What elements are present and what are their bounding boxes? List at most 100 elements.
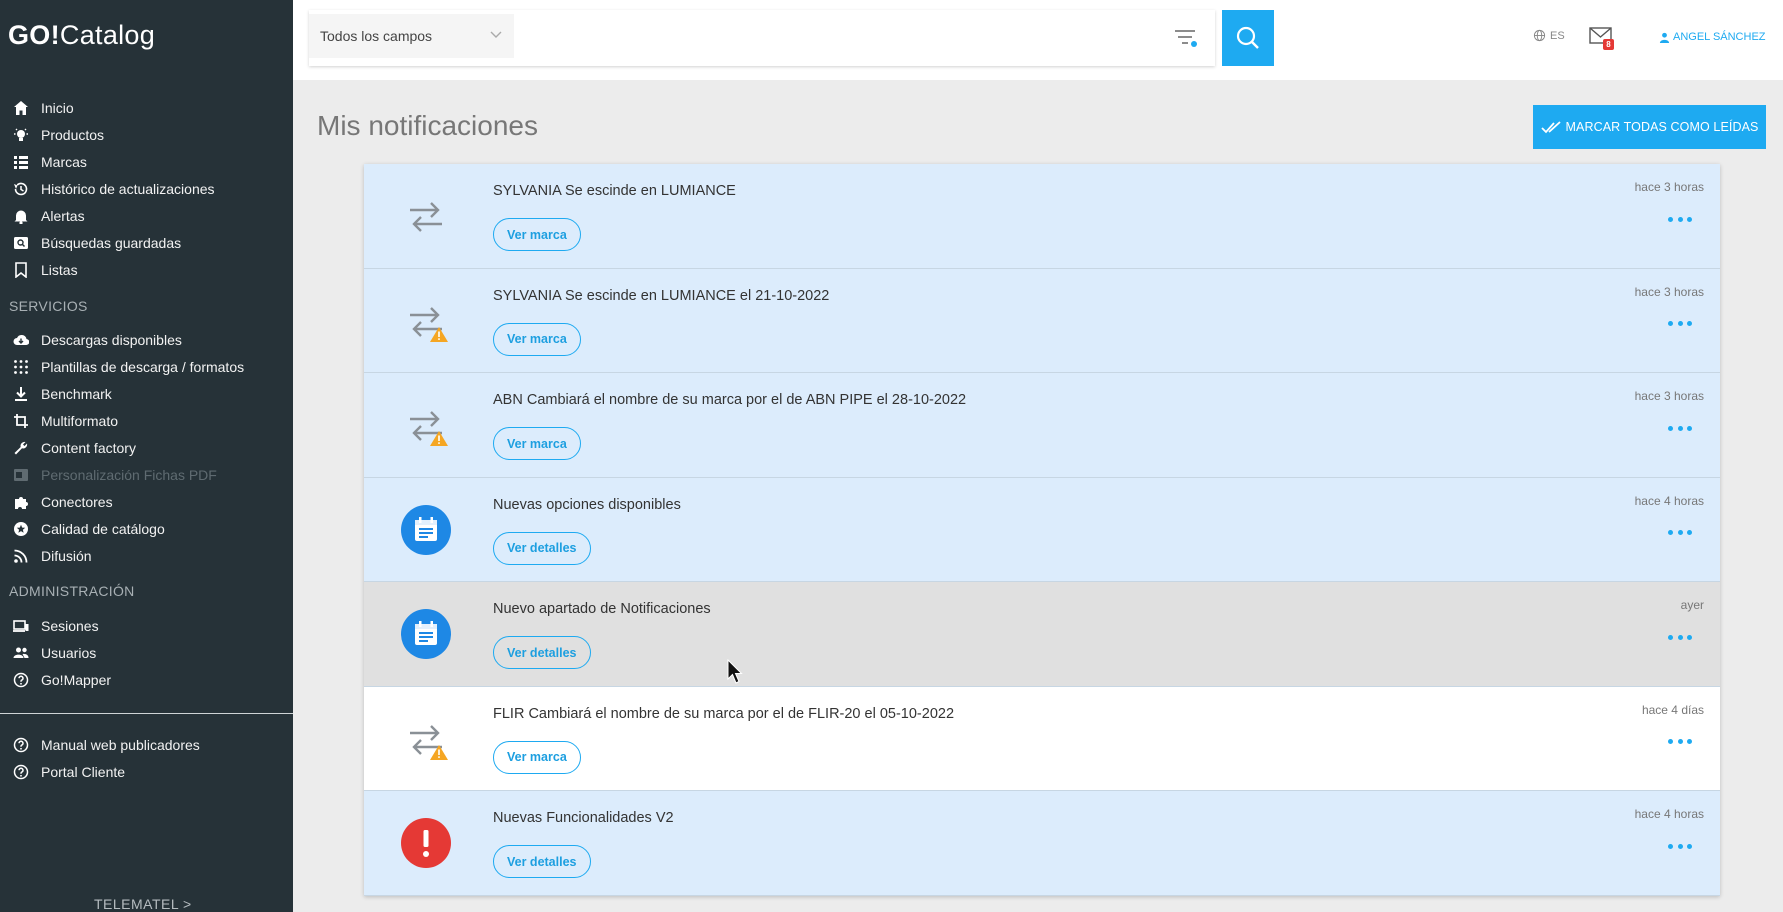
- sidebar-item-label: Difusión: [41, 548, 92, 564]
- notification-message: ABN Cambiará el nombre de su marca por e…: [493, 392, 967, 408]
- notification-time: hace 3 horas: [1634, 284, 1704, 299]
- view-brand-button[interactable]: Ver marca: [493, 218, 581, 251]
- user-menu[interactable]: ANGEL SÁNCHEZ: [1659, 31, 1766, 43]
- sidebar-item-label: Histórico de actualizaciones: [41, 181, 215, 197]
- more-options-icon[interactable]: [1668, 423, 1692, 433]
- crop-icon: [10, 412, 32, 430]
- more-options-icon[interactable]: [1668, 841, 1692, 851]
- mail-badge: 8: [1603, 39, 1614, 50]
- bell-icon: [10, 207, 32, 225]
- help-circle-icon: [10, 736, 32, 754]
- swap-warning-icon: [398, 397, 454, 453]
- sidebar: GO!Catalog Inicio Productos Marcas Históric…: [0, 0, 293, 912]
- view-brand-button[interactable]: Ver marca: [493, 322, 581, 356]
- more-options-icon[interactable]: [1668, 214, 1692, 224]
- sidebar-item-label: Calidad de catálogo: [41, 521, 165, 537]
- topbar: Todos los campos ES 8 ANGEL SÁNCHEZ: [293, 0, 1783, 80]
- calendar-note-icon: [398, 502, 454, 558]
- sidebar-item-manual-web-publicadores[interactable]: Manual web publicadores: [10, 733, 200, 757]
- sidebar-item-label: Portal Cliente: [41, 764, 126, 780]
- sidebar-item-inicio[interactable]: Inicio: [10, 96, 74, 120]
- sidebar-item-productos[interactable]: Productos: [10, 123, 104, 147]
- swap-warning-icon: [398, 293, 454, 349]
- sidebar-item-historico-de-actualizaciones[interactable]: Histórico de actualizaciones: [10, 177, 215, 201]
- sidebar-item-alertas[interactable]: Alertas: [10, 204, 85, 228]
- notification-message: SYLVANIA Se escinde en LUMIANCE: [493, 183, 736, 199]
- sidebar-divider: [0, 713, 293, 714]
- star-circle-icon: [10, 520, 32, 538]
- sidebar-item-calidad-de-catalogo[interactable]: Calidad de catálogo: [10, 517, 165, 541]
- telematel-link[interactable]: TELEMATEL >: [94, 896, 192, 912]
- notification-item[interactable]: SYLVANIA Se escinde en LUMIANCE Ver marca…: [364, 164, 1720, 269]
- notification-time: hace 4 días: [1641, 702, 1704, 717]
- language-label: ES: [1550, 29, 1565, 42]
- sidebar-item-conectores[interactable]: Conectores: [10, 490, 113, 514]
- sidebar-item-busquedas-guardadas[interactable]: Búsquedas guardadas: [10, 231, 181, 255]
- notification-item[interactable]: ABN Cambiará el nombre de su marca por e…: [364, 373, 1720, 478]
- chevron-down-icon: [490, 31, 502, 38]
- saved-search-icon: [10, 234, 32, 252]
- mark-all-read-button[interactable]: MARCAR TODAS COMO LEÍDAS: [1533, 105, 1766, 149]
- sidebar-item-label: Usuarios: [41, 645, 97, 661]
- view-brand-button[interactable]: Ver marca: [493, 427, 581, 460]
- sidebar-item-go-mapper[interactable]: Go!Mapper: [10, 668, 111, 692]
- view-details-button[interactable]: Ver detalles: [493, 531, 591, 565]
- double-check-icon: [1540, 121, 1561, 134]
- sidebar-item-personalizacion-fichas-pdf: Personalización Fichas PDF: [10, 463, 217, 487]
- sidebar-item-label: Alertas: [41, 208, 85, 224]
- sidebar-item-label: Benchmark: [41, 386, 112, 402]
- section-title-admin: ADMINISTRACIÓN: [9, 583, 135, 599]
- sidebar-item-portal-cliente[interactable]: Portal Cliente: [10, 760, 125, 784]
- sidebar-item-usuarios[interactable]: Usuarios: [10, 641, 96, 665]
- sidebar-item-content-factory[interactable]: Content factory: [10, 436, 136, 460]
- sidebar-item-label: Productos: [41, 127, 105, 143]
- sidebar-item-label: Multiformato: [41, 413, 119, 429]
- sidebar-item-benchmark[interactable]: Benchmark: [10, 382, 112, 406]
- sidebar-item-plantillas-de-descarga-formatos[interactable]: Plantillas de descarga / formatos: [10, 355, 244, 379]
- search-field-select[interactable]: Todos los campos: [309, 14, 514, 58]
- more-options-icon[interactable]: [1668, 632, 1692, 642]
- view-details-button[interactable]: Ver detalles: [493, 636, 591, 669]
- sidebar-item-listas[interactable]: Listas: [10, 258, 78, 282]
- notification-item[interactable]: Nuevo apartado de Notificaciones Ver deta…: [364, 582, 1720, 687]
- view-brand-button[interactable]: Ver marca: [493, 740, 581, 774]
- dots-grid-icon: [10, 358, 32, 376]
- sidebar-item-difusion[interactable]: Difusión: [10, 544, 92, 568]
- sidebar-item-marcas[interactable]: Marcas: [10, 150, 87, 174]
- help-circle-icon: [10, 671, 32, 689]
- bulb-icon: [10, 126, 32, 144]
- help-circle-icon: [10, 763, 32, 781]
- more-options-icon[interactable]: [1668, 319, 1692, 329]
- notification-item[interactable]: SYLVANIA Se escinde en LUMIANCE el 21-10…: [364, 268, 1720, 373]
- view-details-button[interactable]: Ver detalles: [493, 845, 591, 878]
- notification-item[interactable]: Nuevas Funcionalidades V2 Ver detalles hac…: [364, 791, 1720, 896]
- notification-time: hace 3 horas: [1634, 180, 1704, 194]
- history-icon: [10, 180, 32, 198]
- notification-item[interactable]: Nuevas opciones disponibles Ver detalles h…: [364, 477, 1720, 582]
- users-icon: [10, 644, 32, 662]
- sidebar-item-label: Descargas disponibles: [41, 332, 182, 348]
- more-options-icon[interactable]: [1668, 528, 1692, 538]
- sidebar-item-label: Sesiones: [41, 618, 99, 634]
- messages-button[interactable]: 8: [1589, 26, 1617, 52]
- bookmark-icon: [10, 261, 32, 279]
- app-logo[interactable]: GO!Catalog: [8, 20, 155, 51]
- sidebar-item-sesiones[interactable]: Sesiones: [10, 614, 99, 638]
- alert-circle-icon: [398, 815, 454, 871]
- more-options-icon[interactable]: [1668, 737, 1692, 747]
- page-title: Mis notificaciones: [317, 110, 538, 141]
- notification-message: FLIR Cambiará el nombre de su marca por …: [493, 705, 955, 722]
- sidebar-item-label: Go!Mapper: [41, 672, 112, 688]
- notification-message: Nuevas Funcionalidades V2: [493, 810, 674, 826]
- sidebar-item-multiformato[interactable]: Multiformato: [10, 409, 118, 433]
- user-name: ANGEL SÁNCHEZ: [1673, 31, 1766, 43]
- search-button[interactable]: [1222, 10, 1274, 66]
- notification-time: hace 4 horas: [1634, 807, 1704, 821]
- sidebar-item-label: Conectores: [41, 494, 113, 510]
- sidebar-item-descargas-disponibles[interactable]: Descargas disponibles: [10, 328, 182, 352]
- notification-item[interactable]: FLIR Cambiará el nombre de su marca por …: [364, 686, 1720, 791]
- language-selector[interactable]: ES: [1533, 29, 1565, 42]
- filter-icon[interactable]: [1173, 27, 1199, 49]
- search-input[interactable]: [518, 12, 1078, 44]
- pdf-icon: [10, 466, 32, 484]
